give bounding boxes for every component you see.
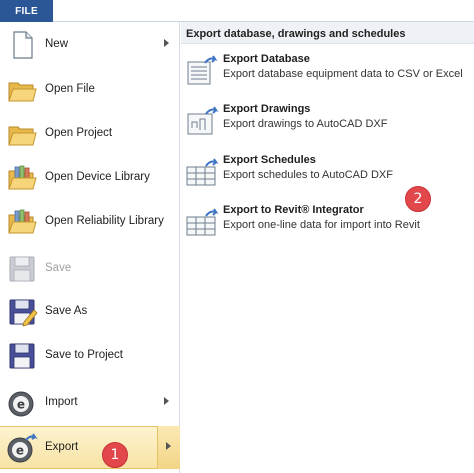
backstage-menu: New Open File Open Project Open Device L… [0, 22, 180, 473]
menu-item-label: Open Reliability Library [45, 215, 164, 227]
chevron-right-icon [164, 39, 169, 47]
folder-open-icon [8, 126, 37, 146]
menu-item-label: Save to Project [45, 349, 123, 361]
chevron-right-icon [164, 397, 169, 405]
menu-item-open-project[interactable]: Open Project [0, 113, 178, 156]
export-drawings-icon [187, 106, 219, 135]
new-document-icon [13, 31, 33, 59]
floppy-disk-icon [9, 256, 35, 282]
folder-library-icon [8, 165, 37, 190]
export-database-title: Export Database [223, 53, 310, 65]
folder-library-icon [8, 209, 37, 234]
export-schedules-desc: Export schedules to AutoCAD DXF [223, 169, 393, 181]
export-schedules-icon [186, 158, 219, 186]
export-database-icon [187, 55, 218, 85]
menu-item-label: Import [45, 396, 78, 408]
menu-item-open-device-library[interactable]: Open Device Library [0, 157, 178, 200]
menu-item-export[interactable]: e Export [0, 426, 180, 469]
export-drawings-title: Export Drawings [223, 103, 311, 115]
callout-badge-1: 1 [102, 442, 128, 468]
menu-item-label: Save [45, 262, 72, 274]
menu-item-save-to-project[interactable]: Save to Project [0, 335, 178, 378]
export-drawings-item[interactable]: Export Drawings Export drawings to AutoC… [181, 100, 474, 148]
menu-item-label: New [45, 38, 69, 50]
export-schedules-item[interactable]: Export Schedules Export schedules to Aut… [181, 151, 474, 199]
etap-export-icon: e [7, 433, 38, 463]
floppy-save-as-icon [9, 299, 38, 327]
menu-item-label: Export [45, 441, 79, 453]
folder-open-icon [8, 82, 37, 102]
export-revit-icon [186, 208, 219, 236]
menu-item-label: Save As [45, 305, 88, 317]
menu-item-label: Open Project [45, 127, 113, 139]
export-database-item[interactable]: Export Database Export database equipmen… [181, 50, 474, 98]
menu-item-label: Open File [45, 83, 95, 95]
svg-text:e: e [16, 444, 24, 458]
export-database-desc: Export database equipment data to CSV or… [223, 68, 463, 80]
panel-header-title: Export database, drawings and schedules [186, 28, 406, 40]
callout-badge-2: 2 [405, 186, 431, 212]
menu-item-label: Open Device Library [45, 171, 150, 183]
file-tab[interactable]: FILE [0, 0, 53, 22]
export-revit-desc: Export one-line data for import into Rev… [223, 219, 420, 231]
panel-header: Export database, drawings and schedules [181, 22, 474, 44]
svg-text:e: e [17, 398, 25, 412]
export-drawings-desc: Export drawings to AutoCAD DXF [223, 118, 388, 130]
floppy-disk-icon [9, 343, 35, 369]
ribbon-top-bar: FILE [0, 0, 474, 22]
export-submenu-panel: Export database, drawings and schedules … [181, 22, 474, 473]
menu-item-new[interactable]: New [0, 24, 178, 67]
menu-item-import[interactable]: e Import [0, 382, 178, 425]
chevron-right-icon [166, 442, 171, 450]
menu-item-save-as[interactable]: Save As [0, 291, 178, 334]
menu-item-open-reliability-library[interactable]: Open Reliability Library [0, 201, 178, 244]
menu-item-save[interactable]: Save [0, 248, 178, 291]
export-revit-item[interactable]: Export to Revit® Integrator Export one-l… [181, 201, 474, 249]
menu-item-open-file[interactable]: Open File [0, 69, 178, 112]
export-revit-title: Export to Revit® Integrator [223, 204, 364, 216]
etap-import-icon: e [8, 391, 34, 417]
export-schedules-title: Export Schedules [223, 154, 316, 166]
